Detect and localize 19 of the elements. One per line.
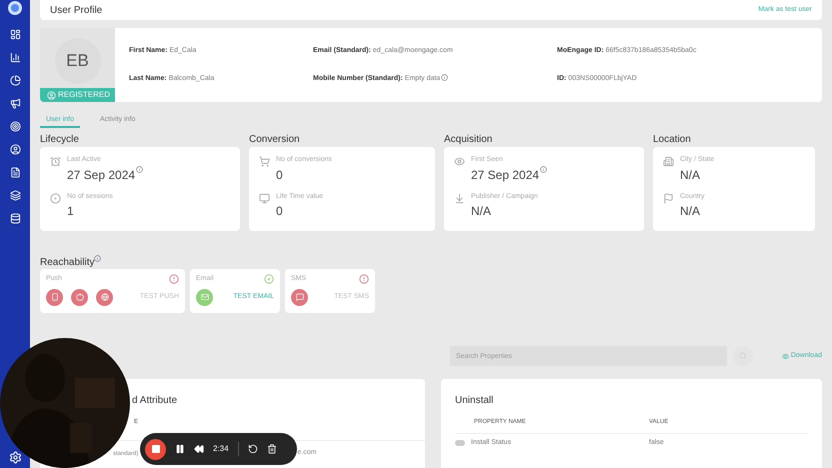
stat-value: 0 xyxy=(276,166,284,184)
card-title: d Attribute xyxy=(132,394,178,408)
stat-value: N/A xyxy=(680,203,702,220)
section-title: Location xyxy=(653,133,692,145)
registered-badge: REGISTERED xyxy=(40,88,115,102)
section-title: Acquisition xyxy=(444,133,494,145)
avatar: EB xyxy=(54,38,100,84)
page-title: User Profile xyxy=(50,4,102,18)
stat-value: 27 Sep 2024 xyxy=(67,166,144,184)
stat-value: 27 Sep 2024 xyxy=(471,166,548,184)
section-title: Reachability xyxy=(40,255,822,269)
stat-value: N/A xyxy=(680,166,702,184)
stat-value: N/A xyxy=(471,203,492,220)
stat-value: 1 xyxy=(67,203,75,220)
card-title: Uninstall xyxy=(455,394,494,408)
section-title: Lifecycle xyxy=(40,133,80,145)
stat-value: 0 xyxy=(276,203,284,220)
section-title: Conversion xyxy=(249,133,301,145)
recording-time: 2:34 xyxy=(213,443,229,455)
